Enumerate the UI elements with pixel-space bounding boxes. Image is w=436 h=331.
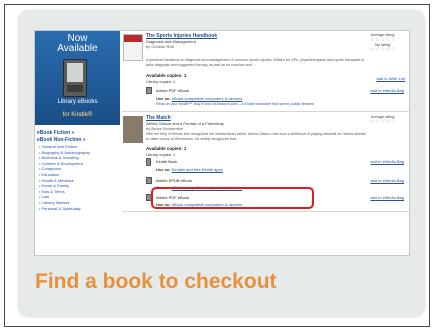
entry-divider — [122, 111, 409, 112]
book-description: A practical handbook on diagnosis and ma… — [146, 58, 365, 67]
epub-format-icon — [146, 177, 152, 184]
library-copies: Library copies: 1 — [146, 152, 176, 157]
available-copies: Available copies: 1 — [146, 73, 187, 78]
kindle-device-icon — [63, 59, 87, 97]
book-author: by Bruce Schoenfeld — [146, 126, 183, 131]
format-row: Adobe PDF eBook add to eMedia Bag — [146, 87, 406, 94]
format-row: Adobe EPUB eBook add to eMedia Bag — [146, 177, 406, 184]
kindle-format-icon — [146, 158, 151, 166]
promo-available-text: Available — [57, 43, 98, 54]
library-copies: Library copies: 1 — [146, 79, 176, 84]
add-to-emedia-bag-link[interactable]: add to eMedia Bag — [370, 195, 404, 200]
average-rating-stars: ☆☆☆☆☆ — [369, 119, 397, 125]
catalog-screenshot: Now Available Library eBooks for Kindle®… — [34, 30, 410, 256]
results-list: The Sports Injuries Handbook Diagnosis a… — [122, 31, 409, 255]
nav-fiction-header[interactable]: eBook Fiction » — [37, 130, 74, 136]
slide: Now Available Library eBooks for Kindle®… — [19, 11, 424, 316]
kindle-buy-note-link[interactable]: Read on your Kindle™: Buy it now on Amaz… — [156, 102, 314, 106]
entry-divider — [122, 211, 409, 212]
kindle-promo-banner[interactable]: Now Available Library eBooks for Kindle® — [35, 31, 120, 125]
nav-nonfiction-header[interactable]: eBook Non-Fiction » — [37, 137, 86, 143]
nav-category-item[interactable]: • Personal & Spirituality — [39, 206, 117, 212]
slide-frame: Now Available Library eBooks for Kindle®… — [4, 4, 430, 327]
sidebar: Now Available Library eBooks for Kindle®… — [35, 31, 120, 255]
my-rating-stars[interactable]: ☆☆☆☆☆ — [361, 47, 405, 53]
kindle-book-highlight — [151, 187, 314, 209]
use-on-link[interactable]: eBook-compatible computers & devices — [172, 96, 242, 101]
book-description: With the help of friends she recognized … — [146, 132, 366, 141]
promo-for-kindle-text: for Kindle® — [62, 112, 93, 118]
promo-headline: Now Available — [35, 34, 120, 54]
book-cover[interactable] — [123, 116, 143, 143]
book-cover[interactable] — [123, 34, 143, 61]
nav-category-list: • General Non-Fiction • Biography & Auto… — [39, 144, 117, 211]
promo-library-text: Library eBooks — [57, 99, 98, 105]
use-on-text: Use on: Kindles and free Kindle apps — [156, 167, 223, 172]
kindle-screen — [67, 63, 83, 82]
cover-band — [124, 35, 142, 42]
slide-caption: Find a book to checkout — [35, 270, 277, 293]
format-name: Kindle Book — [156, 159, 178, 164]
format-name: Adobe EPUB eBook — [156, 178, 193, 183]
use-on-link[interactable]: Kindles and free Kindle apps — [172, 167, 223, 172]
rating-block: Average rating: ☆☆☆☆☆ — [361, 115, 405, 125]
format-row: Kindle Book add to eMedia Bag — [146, 158, 406, 166]
use-on-label: Use on: — [156, 167, 171, 172]
rating-block: Average rating: ☆☆☆☆☆ My rating: ☆☆☆☆☆ — [361, 33, 405, 53]
add-to-emedia-bag-link[interactable]: add to eMedia Bag — [370, 178, 404, 183]
format-name: Adobe PDF eBook — [156, 88, 190, 93]
pdf-format-icon — [146, 87, 152, 94]
result-entry: The Match Althea Gibson and a Portrait o… — [122, 113, 409, 253]
kindle-keyboard — [67, 85, 83, 92]
use-on-text: Use on: eBook-compatible computers & dev… — [156, 96, 242, 101]
available-copies: Available copies: 1 — [146, 146, 187, 151]
add-to-emedia-bag-link[interactable]: add to eMedia Bag — [370, 88, 404, 93]
add-to-emedia-bag-link[interactable]: add to eMedia Bag — [370, 159, 404, 164]
book-author: by Christer Rolf — [146, 44, 174, 49]
add-to-wish-list-link[interactable]: add to Wish List — [377, 76, 405, 81]
result-entry: The Sports Injuries Handbook Diagnosis a… — [122, 31, 409, 111]
use-on-label: Use on: — [156, 96, 171, 101]
